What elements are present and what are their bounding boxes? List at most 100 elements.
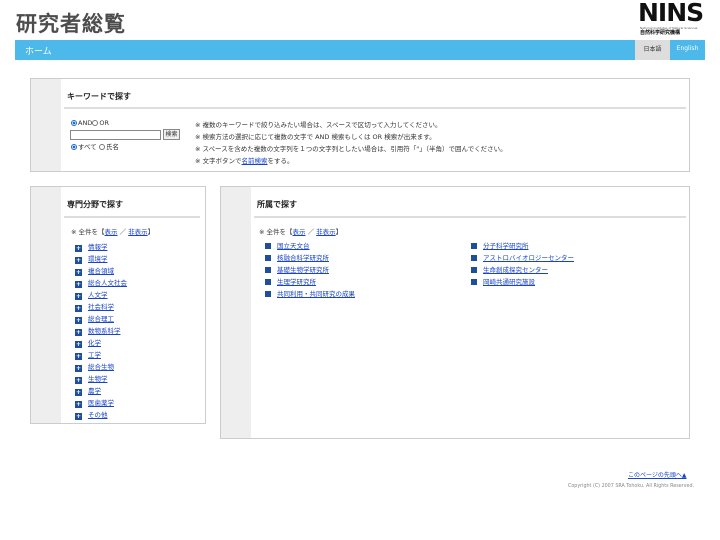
list-item-link[interactable]: アストロバイオロジーセンター	[483, 254, 574, 262]
list-item[interactable]: + 工学	[75, 349, 101, 360]
list-item[interactable]: + 人文学	[75, 289, 108, 300]
list-item-link[interactable]: 総合人文社会	[88, 279, 127, 287]
logo-japanese: 自然科学研究機構	[640, 30, 681, 36]
list-item[interactable]: + 総合人文社会	[75, 277, 127, 288]
expand-plus-icon[interactable]: +	[75, 245, 82, 252]
list-item[interactable]: + 総合理工	[75, 313, 114, 324]
list-item[interactable]: + 情報学	[75, 241, 108, 252]
list-item[interactable]: + 環境学	[75, 253, 108, 264]
search-button[interactable]: 検索	[163, 129, 180, 140]
list-item-link[interactable]: 生理学研究所	[277, 278, 316, 286]
expand-plus-icon[interactable]: +	[75, 401, 82, 408]
search-note: ※ 複数のキーワードで絞り込みたい場合は、スペースで区切って入力してください。	[195, 121, 442, 129]
nins-logo[interactable]: NINS National Institutes of Natural Scie…	[638, 0, 708, 38]
or-radio[interactable]	[92, 120, 99, 126]
list-item-link[interactable]: 数物系科学	[88, 327, 121, 335]
list-item-link[interactable]: 環境学	[88, 255, 108, 263]
expand-plus-icon[interactable]: +	[75, 281, 82, 288]
list-item-link[interactable]: 分子科学研究所	[483, 242, 529, 250]
and-radio[interactable]	[71, 120, 77, 126]
page-top-link[interactable]: このページの先頭へ▲	[628, 470, 687, 479]
lang-english-button[interactable]: English	[670, 40, 705, 60]
list-item-link[interactable]: 岡崎共通研究施設	[483, 278, 535, 286]
panel-gutter	[31, 79, 61, 171]
panel-gutter	[221, 187, 251, 438]
list-item-link[interactable]: 基礎生物学研究所	[277, 266, 329, 274]
list-item-link[interactable]: 社会科学	[88, 303, 114, 311]
nav-bar: ホーム	[15, 40, 635, 60]
expand-plus-icon[interactable]: +	[75, 341, 82, 348]
list-item-link[interactable]: 複合領域	[88, 267, 114, 275]
list-item[interactable]: 生理学研究所	[265, 276, 316, 286]
show-all-link[interactable]: 表示	[293, 228, 306, 236]
list-item-link[interactable]: 人文学	[88, 291, 108, 299]
list-item[interactable]: 基礎生物学研究所	[265, 264, 329, 274]
list-item[interactable]: + 社会科学	[75, 301, 114, 312]
list-item-link[interactable]: 生命創成探究センター	[483, 266, 548, 274]
list-item-link[interactable]: その他	[88, 411, 108, 419]
name-search-link[interactable]: 名前検索	[242, 157, 268, 165]
expand-plus-icon[interactable]: +	[75, 329, 82, 336]
toggle-prefix: ※ 全件を【	[71, 228, 105, 236]
list-item[interactable]: + 農学	[75, 385, 101, 396]
list-item[interactable]: + 数物系科学	[75, 325, 121, 336]
heading-divider	[64, 107, 686, 109]
operator-radio-group: AND OR	[71, 119, 109, 127]
expand-plus-icon[interactable]: +	[75, 389, 82, 396]
list-item-link[interactable]: 医歯薬学	[88, 399, 114, 407]
hide-all-link[interactable]: 非表示	[316, 228, 336, 236]
list-item-link[interactable]: 情報学	[88, 243, 108, 251]
affiliation-heading: 所属で探す	[257, 200, 297, 209]
toggle-separator: ／	[307, 228, 315, 236]
expand-plus-icon[interactable]: +	[75, 293, 82, 300]
list-item[interactable]: アストロバイオロジーセンター	[471, 252, 574, 262]
search-note: ※ 文字ボタンで名前検索をする。	[195, 155, 294, 165]
list-item[interactable]: 共同利用・共同研究の成果	[265, 288, 355, 298]
list-item[interactable]: + 複合領域	[75, 265, 114, 276]
square-bullet-icon	[265, 279, 271, 285]
list-item[interactable]: 岡崎共通研究施設	[471, 276, 535, 286]
hide-all-link[interactable]: 非表示	[128, 228, 148, 236]
expand-plus-icon[interactable]: +	[75, 305, 82, 312]
expand-plus-icon[interactable]: +	[75, 377, 82, 384]
list-item[interactable]: 国立天文台	[265, 240, 310, 250]
toggle-suffix: 】	[147, 228, 155, 236]
list-item-link[interactable]: 工学	[88, 351, 101, 359]
list-item[interactable]: + 総合生物	[75, 361, 114, 372]
list-item-link[interactable]: 総合生物	[88, 363, 114, 371]
expand-plus-icon[interactable]: +	[75, 317, 82, 324]
nav-home-link[interactable]: ホーム	[25, 44, 52, 57]
list-item[interactable]: + 化学	[75, 337, 101, 348]
scope-name-radio[interactable]	[98, 144, 105, 150]
expand-plus-icon[interactable]: +	[75, 353, 82, 360]
list-item[interactable]: 生命創成探究センター	[471, 264, 548, 274]
heading-divider	[254, 216, 686, 218]
specialty-panel: 専門分野で探す ※ 全件を【表示 ／ 非表示】 + 情報学 + 環境学 + 複合領域 + 総合…	[30, 186, 206, 424]
list-item[interactable]: 核融合科学研究所	[265, 252, 329, 262]
list-item-link[interactable]: 生物学	[88, 375, 108, 383]
scope-all-label: すべて	[78, 143, 97, 151]
keyword-search-input[interactable]	[70, 130, 161, 140]
list-item[interactable]: 分子科学研究所	[471, 240, 529, 250]
expand-plus-icon[interactable]: +	[75, 269, 82, 276]
note-text: ※ 文字ボタンで	[195, 157, 242, 165]
list-item[interactable]: + 医歯薬学	[75, 397, 114, 408]
list-item-link[interactable]: 化学	[88, 339, 101, 347]
list-item[interactable]: + 生物学	[75, 373, 108, 384]
list-item-link[interactable]: 国立天文台	[277, 242, 310, 250]
list-item-link[interactable]: 農学	[88, 387, 101, 395]
show-all-link[interactable]: 表示	[105, 228, 118, 236]
square-bullet-icon	[471, 279, 477, 285]
scope-radio-group: すべて 氏名	[71, 143, 119, 151]
and-label: AND	[78, 119, 93, 127]
expand-plus-icon[interactable]: +	[75, 257, 82, 264]
list-item-link[interactable]: 核融合科学研究所	[277, 254, 329, 262]
expand-plus-icon[interactable]: +	[75, 365, 82, 372]
lang-japanese-button[interactable]: 日本語	[635, 40, 670, 60]
list-item-link[interactable]: 総合理工	[88, 315, 114, 323]
scope-all-radio[interactable]	[71, 144, 77, 150]
expand-plus-icon[interactable]: +	[75, 413, 82, 420]
list-item-link[interactable]: 共同利用・共同研究の成果	[277, 290, 355, 298]
keyword-search-panel: キーワードで探す AND OR 検索 すべて 氏名 ※ 複数のキーワードで絞り込み…	[30, 78, 690, 172]
list-item[interactable]: + その他	[75, 409, 108, 420]
